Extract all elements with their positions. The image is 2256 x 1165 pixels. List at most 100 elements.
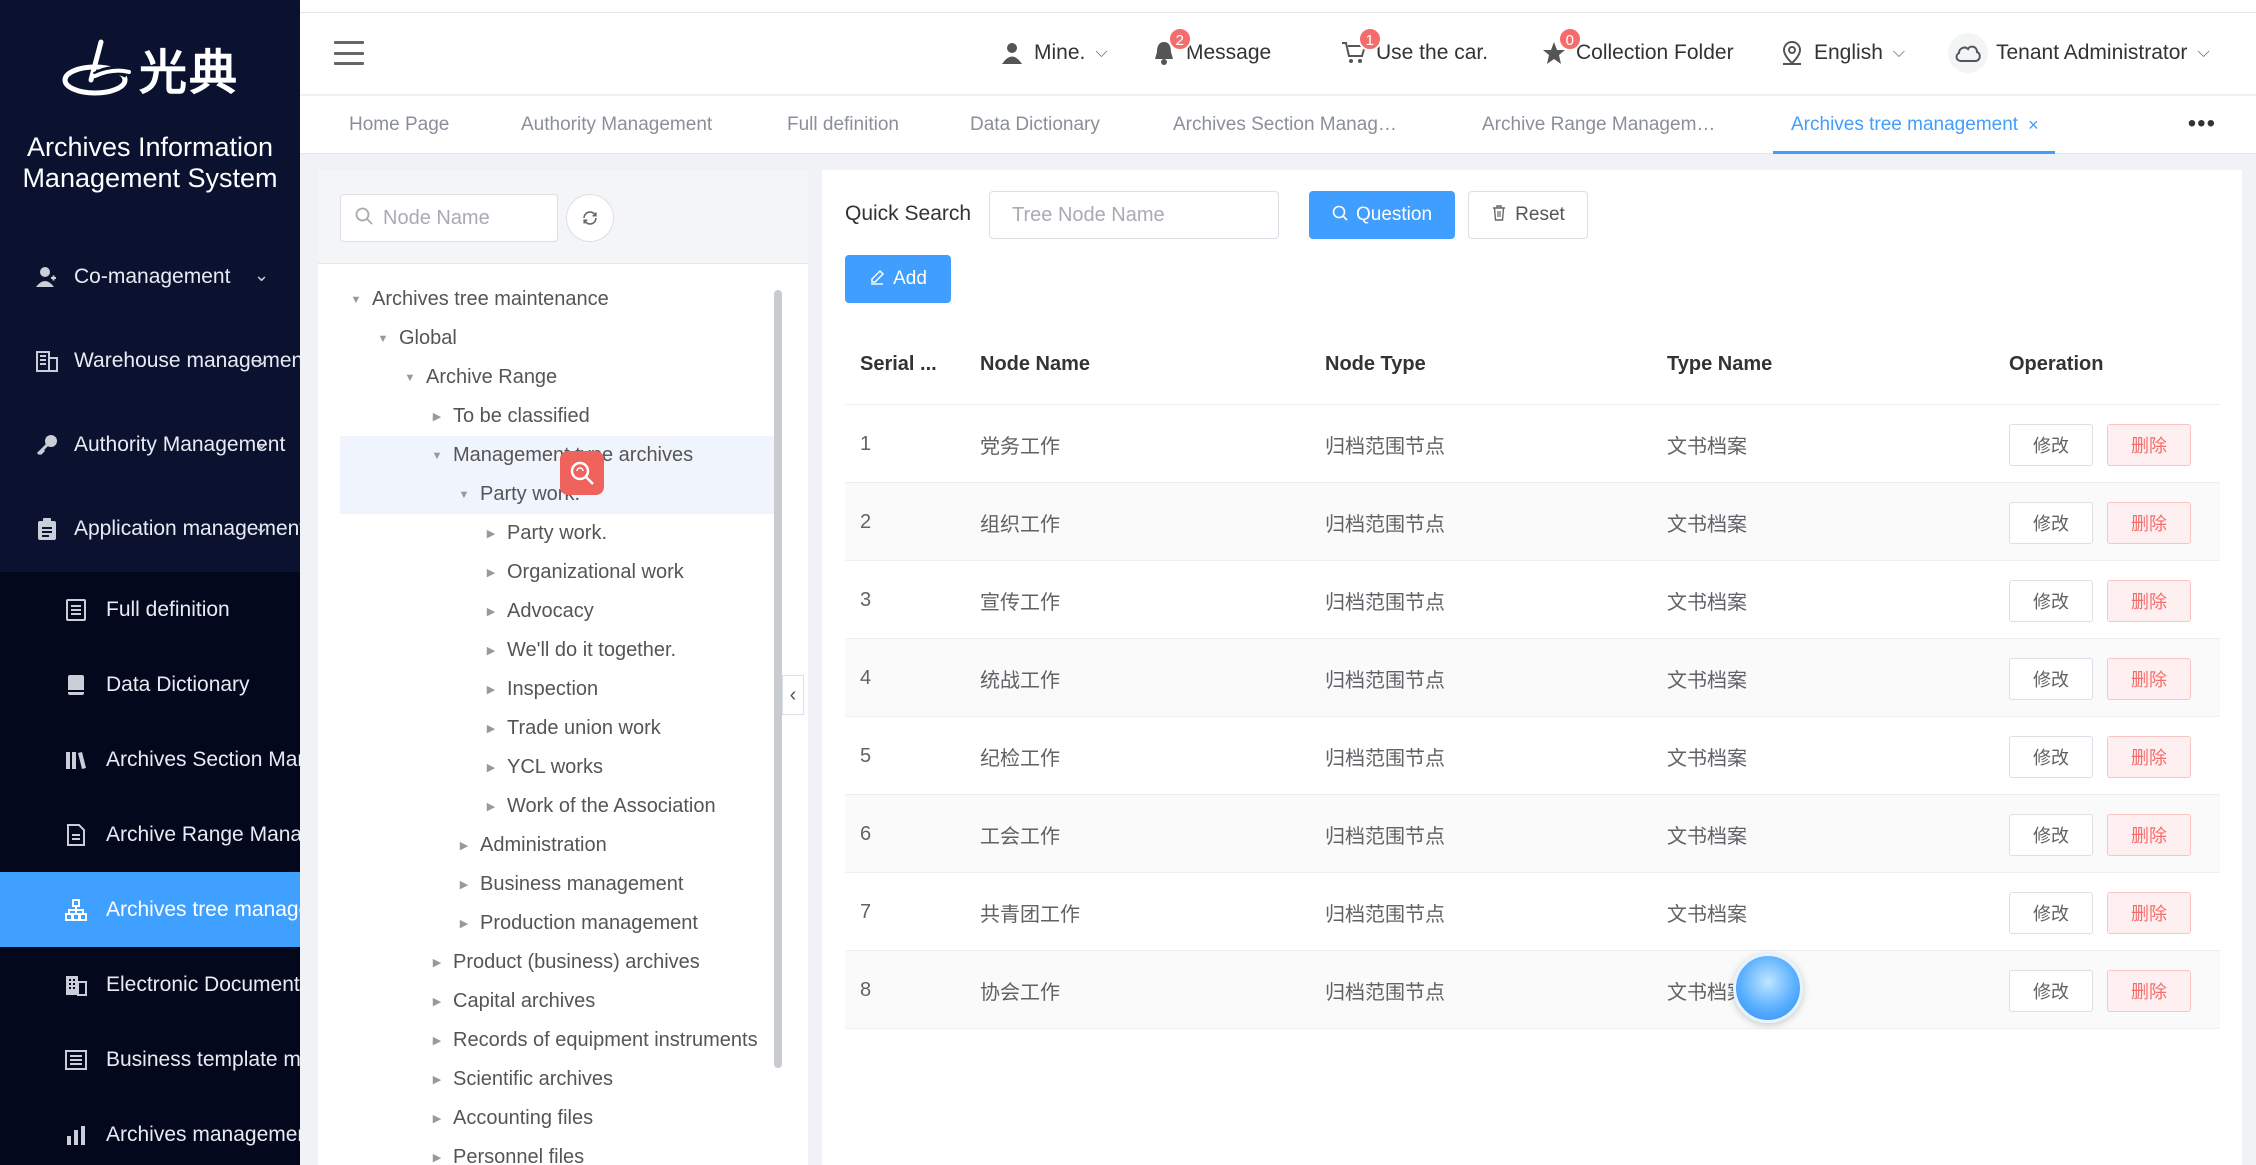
tree-node[interactable]: ▶ Business management bbox=[340, 865, 780, 904]
refresh-button[interactable] bbox=[566, 194, 614, 242]
tree-node[interactable]: ▶ Product (business) archives bbox=[340, 943, 780, 982]
caret-right-icon[interactable]: ▶ bbox=[454, 917, 474, 930]
caret-right-icon[interactable]: ▶ bbox=[481, 800, 501, 813]
caret-right-icon[interactable]: ▶ bbox=[481, 644, 501, 657]
tree-node[interactable]: ▶ Personnel files bbox=[340, 1138, 780, 1165]
tab-home-page[interactable]: Home Page bbox=[349, 96, 449, 154]
node-search-box[interactable] bbox=[340, 194, 558, 242]
delete-button[interactable]: 删除 bbox=[2107, 892, 2191, 934]
tree-node[interactable]: ▶ Inspection bbox=[340, 670, 780, 709]
edit-button[interactable]: 修改 bbox=[2009, 580, 2093, 622]
tree-scrollbar[interactable] bbox=[774, 290, 782, 1068]
delete-button[interactable]: 删除 bbox=[2107, 658, 2191, 700]
tab-full-definition[interactable]: Full definition bbox=[787, 96, 899, 154]
search-overlay-icon[interactable] bbox=[560, 451, 604, 495]
node-search-input[interactable] bbox=[383, 206, 543, 230]
tree-node[interactable]: ▶ Production management bbox=[340, 904, 780, 943]
delete-button[interactable]: 删除 bbox=[2107, 424, 2191, 466]
collection-button[interactable]: 0 Collection Folder bbox=[1540, 27, 1734, 73]
caret-right-icon[interactable]: ▶ bbox=[427, 1034, 447, 1047]
tree-node[interactable]: ▶ Advocacy bbox=[340, 592, 780, 631]
sidebar-item-application[interactable]: Application management ⌄ bbox=[0, 492, 300, 566]
caret-right-icon[interactable]: ▶ bbox=[481, 683, 501, 696]
caret-right-icon[interactable]: ▶ bbox=[481, 566, 501, 579]
sidebar-subitem-business-template[interactable]: Business template management bbox=[0, 1022, 300, 1097]
tree-node[interactable]: ▶ We'll do it together. bbox=[340, 631, 780, 670]
edit-button[interactable]: 修改 bbox=[2009, 736, 2093, 778]
caret-down-icon[interactable]: ▼ bbox=[427, 450, 447, 462]
sidebar-item-co-management[interactable]: Co-management ⌄ bbox=[0, 240, 300, 314]
floating-assistant-button[interactable] bbox=[1733, 953, 1803, 1023]
column-header-node-name[interactable]: Node Name bbox=[980, 324, 1090, 404]
language-select[interactable]: English ⌵ bbox=[1778, 33, 1905, 73]
tree-node[interactable]: ▶ Records of equipment instruments bbox=[340, 1021, 780, 1060]
collapse-panel-button[interactable]: ‹ bbox=[782, 675, 804, 715]
sidebar-item-authority[interactable]: Authority Management ⌄ bbox=[0, 408, 300, 482]
edit-button[interactable]: 修改 bbox=[2009, 814, 2093, 856]
caret-down-icon[interactable]: ▼ bbox=[346, 294, 366, 306]
tree-node[interactable]: ▼ Global bbox=[340, 319, 780, 358]
question-button[interactable]: Question bbox=[1309, 191, 1455, 239]
tree-node[interactable]: ▶ Organizational work bbox=[340, 553, 780, 592]
caret-right-icon[interactable]: ▶ bbox=[481, 761, 501, 774]
tree-node[interactable]: ▶ Work of the Association bbox=[340, 787, 780, 826]
edit-button[interactable]: 修改 bbox=[2009, 892, 2093, 934]
reset-button[interactable]: Reset bbox=[1468, 191, 1588, 239]
caret-right-icon[interactable]: ▶ bbox=[481, 722, 501, 735]
add-button[interactable]: Add bbox=[845, 255, 951, 303]
close-icon[interactable]: × bbox=[2028, 115, 2039, 136]
user-menu[interactable]: Mine. ⌵ bbox=[998, 33, 1108, 73]
tenant-menu[interactable]: Tenant Administrator ⌵ bbox=[1948, 33, 2210, 73]
caret-right-icon[interactable]: ▶ bbox=[427, 995, 447, 1008]
edit-button[interactable]: 修改 bbox=[2009, 424, 2093, 466]
tree-node[interactable]: ▶ Scientific archives bbox=[340, 1060, 780, 1099]
more-icon[interactable]: ••• bbox=[2188, 110, 2216, 138]
tree-node[interactable]: ▼ Archive Range bbox=[340, 358, 780, 397]
delete-button[interactable]: 删除 bbox=[2107, 970, 2191, 1012]
tab-archives-tree[interactable]: Archives tree management × bbox=[1773, 96, 2055, 154]
tree-node[interactable]: ▶ Party work. bbox=[340, 514, 780, 553]
tree-node[interactable]: ▶ YCL works bbox=[340, 748, 780, 787]
delete-button[interactable]: 删除 bbox=[2107, 580, 2191, 622]
menu-toggle-icon[interactable] bbox=[334, 41, 364, 65]
column-header-type-name[interactable]: Type Name bbox=[1667, 324, 1772, 404]
tree-node[interactable]: ▶ Administration bbox=[340, 826, 780, 865]
sidebar-subitem-data-dictionary[interactable]: Data Dictionary bbox=[0, 647, 300, 722]
sidebar-subitem-archive-range[interactable]: Archive Range Management bbox=[0, 797, 300, 872]
tab-archive-range[interactable]: Archive Range Managem… bbox=[1482, 96, 1715, 154]
sidebar-subitem-electronic-documents[interactable]: Electronic Documents bbox=[0, 947, 300, 1022]
tab-data-dictionary[interactable]: Data Dictionary bbox=[970, 96, 1100, 154]
sidebar-subitem-archives-section[interactable]: Archives Section Management bbox=[0, 722, 300, 797]
sidebar-subitem-archives-management[interactable]: Archives management bbox=[0, 1097, 300, 1165]
sidebar-subitem-archives-tree[interactable]: Archives tree management bbox=[0, 872, 300, 947]
tree-node[interactable]: ▶ Capital archives bbox=[340, 982, 780, 1021]
sidebar-item-warehouse[interactable]: Warehouse management ⌄ bbox=[0, 324, 300, 398]
tab-archives-section[interactable]: Archives Section Manag… bbox=[1173, 96, 1397, 154]
caret-down-icon[interactable]: ▼ bbox=[454, 489, 474, 501]
caret-right-icon[interactable]: ▶ bbox=[427, 1073, 447, 1086]
caret-right-icon[interactable]: ▶ bbox=[427, 1112, 447, 1125]
delete-button[interactable]: 删除 bbox=[2107, 736, 2191, 778]
caret-down-icon[interactable]: ▼ bbox=[400, 372, 420, 384]
edit-button[interactable]: 修改 bbox=[2009, 502, 2093, 544]
caret-right-icon[interactable]: ▶ bbox=[427, 410, 447, 423]
tree-node-search-input[interactable] bbox=[989, 191, 1279, 239]
message-button[interactable]: 2 Message bbox=[1150, 27, 1271, 73]
caret-right-icon[interactable]: ▶ bbox=[427, 1151, 447, 1164]
caret-down-icon[interactable]: ▼ bbox=[373, 333, 393, 345]
column-header-node-type[interactable]: Node Type bbox=[1325, 324, 1426, 404]
caret-right-icon[interactable]: ▶ bbox=[454, 839, 474, 852]
sidebar-subitem-full-definition[interactable]: Full definition bbox=[0, 572, 300, 647]
caret-right-icon[interactable]: ▶ bbox=[454, 878, 474, 891]
tree-node[interactable]: ▶ To be classified bbox=[340, 397, 780, 436]
edit-button[interactable]: 修改 bbox=[2009, 970, 2093, 1012]
caret-right-icon[interactable]: ▶ bbox=[481, 527, 501, 540]
caret-right-icon[interactable]: ▶ bbox=[481, 605, 501, 618]
tree-node[interactable]: ▶ Trade union work bbox=[340, 709, 780, 748]
caret-right-icon[interactable]: ▶ bbox=[427, 956, 447, 969]
delete-button[interactable]: 删除 bbox=[2107, 814, 2191, 856]
tree-node[interactable]: ▼ Archives tree maintenance bbox=[340, 280, 780, 319]
delete-button[interactable]: 删除 bbox=[2107, 502, 2191, 544]
edit-button[interactable]: 修改 bbox=[2009, 658, 2093, 700]
tab-authority-management[interactable]: Authority Management bbox=[521, 96, 712, 154]
